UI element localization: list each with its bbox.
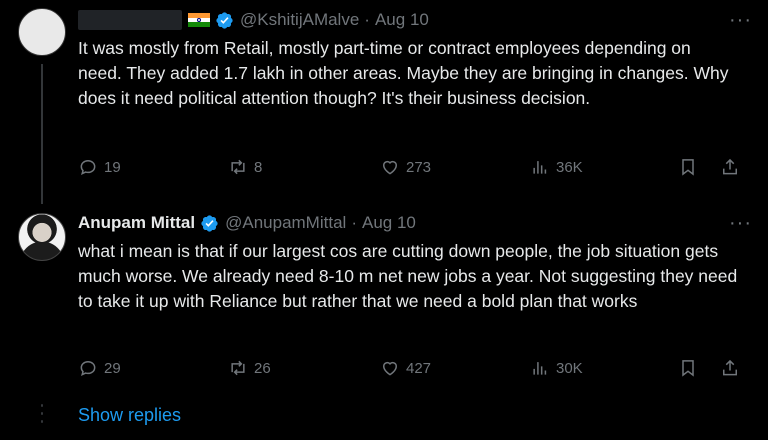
reply-button[interactable]: 29: [78, 356, 121, 380]
repost-count: 8: [254, 158, 263, 176]
thread-dot: [41, 420, 43, 423]
view-count: 36K: [556, 158, 583, 176]
share-icon: [723, 359, 737, 376]
view-count: 30K: [556, 359, 583, 377]
analytics-icon: [533, 161, 547, 174]
tweet-text: what i mean is that if our largest cos a…: [78, 241, 738, 311]
like-button[interactable]: 427: [380, 356, 431, 380]
tweet-actions: 29 26 427 30K: [78, 356, 748, 380]
bookmark-icon: [682, 159, 694, 176]
reply-count: 19: [104, 158, 121, 176]
more-options-button[interactable]: ···: [729, 10, 752, 30]
repost-count: 26: [254, 359, 271, 377]
like-count: 427: [406, 359, 432, 377]
bookmark-button[interactable]: [678, 155, 698, 179]
share-icon: [723, 158, 737, 175]
reply-button[interactable]: 19: [78, 155, 121, 179]
verified-badge-icon: [216, 11, 233, 29]
separator-dot: ·: [351, 213, 357, 232]
views-button[interactable]: 30K: [530, 356, 583, 380]
tweet-header: Anupam Mittal @AnupamMittal · Aug 10: [78, 211, 416, 235]
reply-count: 29: [104, 359, 121, 377]
show-replies-link[interactable]: Show replies: [78, 405, 181, 426]
repost-icon: [231, 159, 245, 175]
share-button[interactable]: [720, 356, 740, 380]
separator-dot: ·: [364, 10, 370, 29]
repost-icon: [231, 360, 245, 376]
thread-dot: [41, 404, 43, 407]
india-flag-icon: [188, 13, 210, 27]
tweet-text: It was mostly from Retail, mostly part-t…: [78, 38, 729, 108]
share-button[interactable]: [720, 155, 740, 179]
tweet-header: @KshitijAMalve · Aug 10: [78, 8, 429, 32]
bookmark-icon: [682, 360, 694, 377]
like-count: 273: [406, 158, 432, 176]
views-button[interactable]: 36K: [530, 155, 583, 179]
redacted-display-name[interactable]: [78, 10, 182, 30]
avatar[interactable]: [18, 8, 66, 56]
bookmark-button[interactable]: [678, 356, 698, 380]
thread-dot: [41, 412, 43, 415]
user-handle[interactable]: @KshitijAMalve: [240, 10, 359, 30]
repost-button[interactable]: 8: [228, 155, 262, 179]
tweet-date[interactable]: Aug 10: [362, 213, 416, 233]
like-button[interactable]: 273: [380, 155, 431, 179]
heart-icon: [383, 160, 397, 175]
tweet-1[interactable]: @KshitijAMalve · Aug 10 ··· It was mostl…: [0, 0, 768, 200]
user-handle[interactable]: @AnupamMittal: [225, 213, 346, 233]
verified-badge-icon: [201, 214, 218, 232]
display-name[interactable]: Anupam Mittal: [78, 213, 195, 233]
avatar[interactable]: [18, 213, 66, 261]
tweet-date[interactable]: Aug 10: [375, 10, 429, 30]
repost-button[interactable]: 26: [228, 356, 271, 380]
reply-icon: [80, 360, 96, 377]
analytics-icon: [533, 362, 547, 375]
reply-icon: [80, 159, 96, 176]
tweet-2[interactable]: Anupam Mittal @AnupamMittal · Aug 10 ···…: [0, 205, 768, 395]
tweet-actions: 19 8 273 36K: [78, 155, 748, 179]
heart-icon: [383, 361, 397, 376]
more-options-button[interactable]: ···: [729, 213, 752, 233]
